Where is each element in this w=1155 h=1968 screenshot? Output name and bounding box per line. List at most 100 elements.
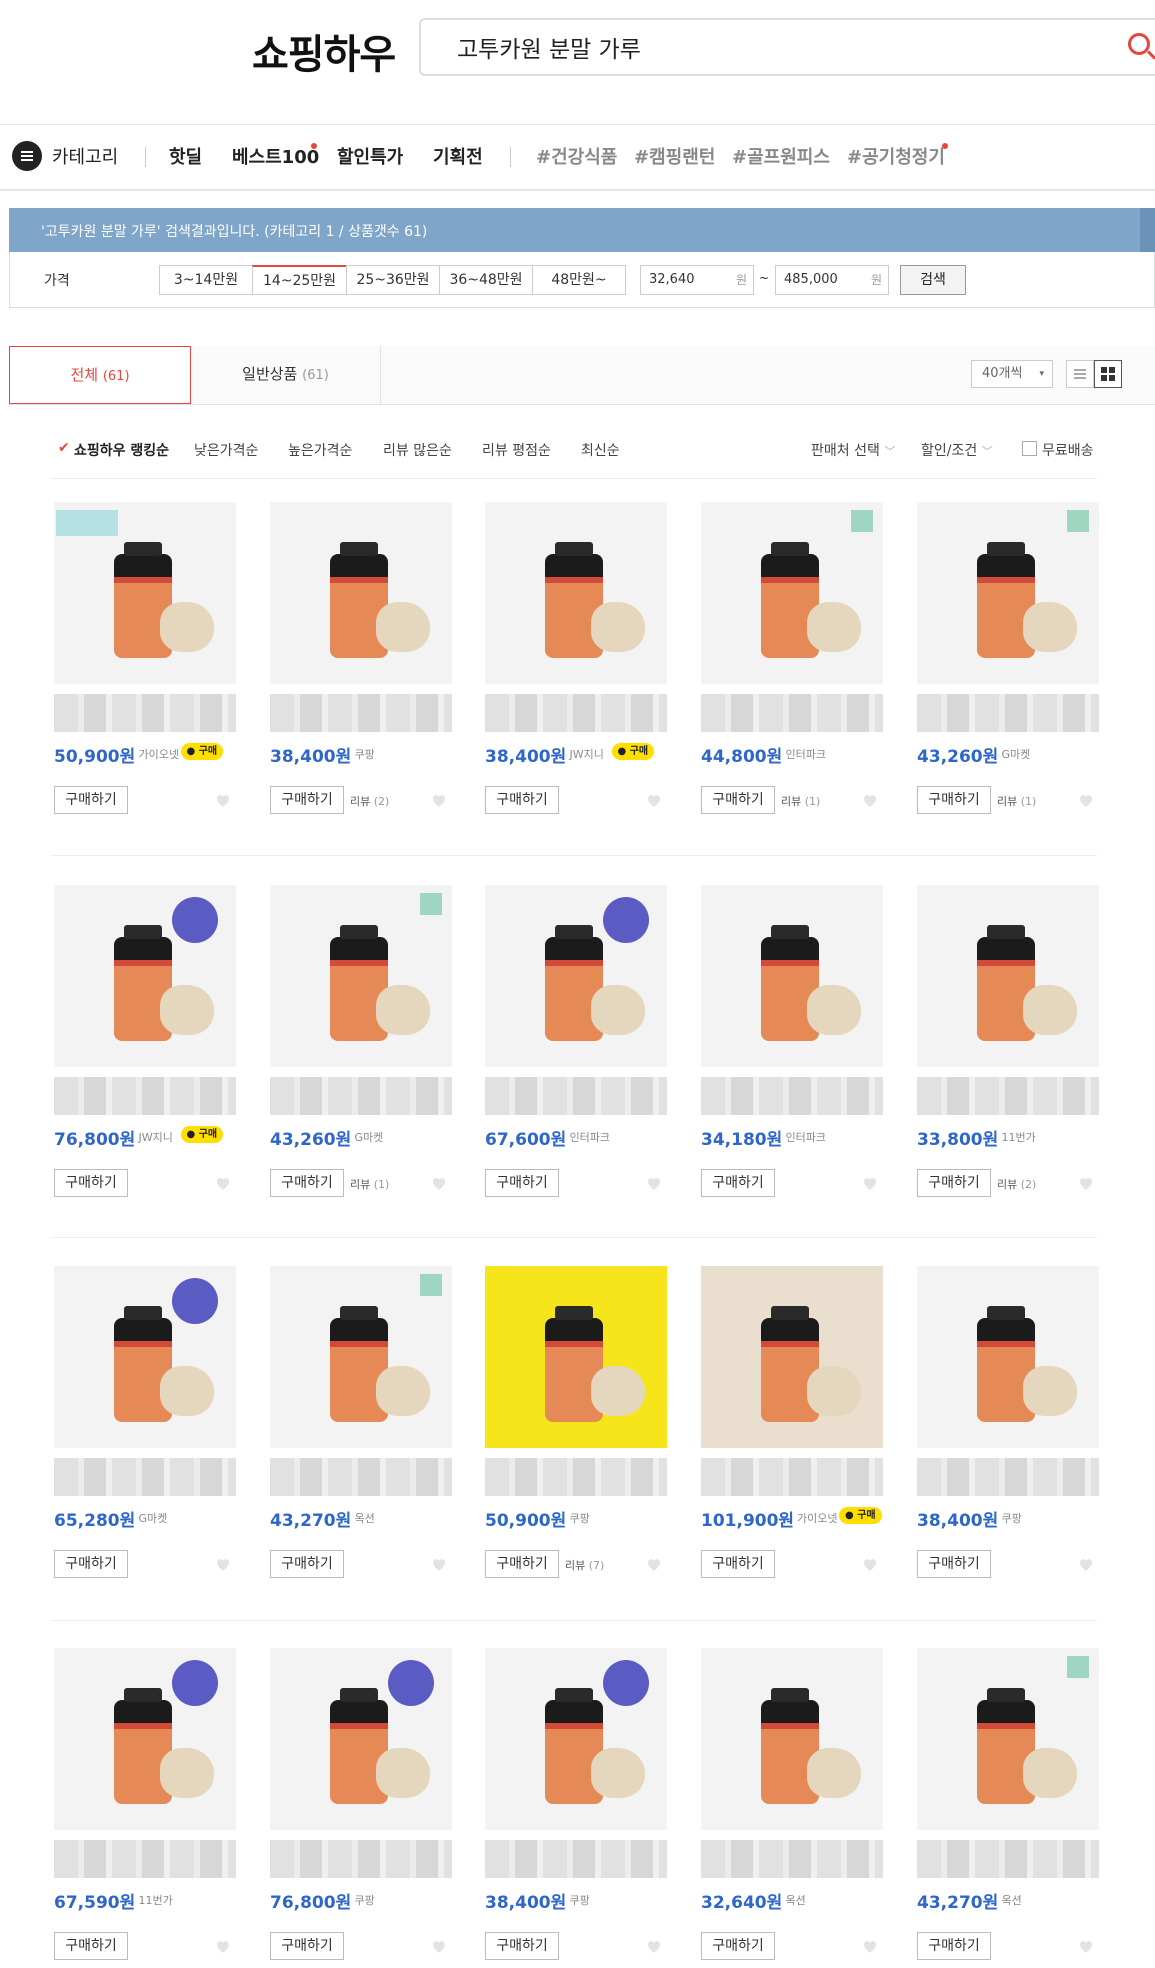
product-title-blurred[interactable] [917, 1458, 1099, 1496]
nav-item-hotdeal[interactable]: 핫딜 [169, 143, 202, 169]
product-title-blurred[interactable] [54, 1840, 236, 1878]
product-card[interactable]: 38,400원 JW지니 ● 구매 구매하기 [485, 502, 671, 822]
product-title-blurred[interactable] [270, 694, 452, 732]
product-price[interactable]: 38,400원 [485, 1888, 566, 1913]
price-range-chip[interactable]: 3~14만원 [159, 265, 253, 295]
product-image[interactable] [270, 885, 452, 1067]
product-card[interactable]: 76,800원 쿠팡 구매하기 [270, 1648, 456, 1968]
product-image[interactable] [485, 502, 667, 684]
product-image[interactable] [917, 502, 1099, 684]
price-range-chip[interactable]: 36~48만원 [439, 265, 533, 295]
product-image[interactable] [54, 1648, 236, 1830]
product-title-blurred[interactable] [485, 1458, 667, 1496]
nav-item-exhibition[interactable]: 기획전 [433, 143, 483, 169]
product-price[interactable]: 38,400원 [485, 742, 566, 767]
product-card[interactable]: 34,180원 인터파크 구매하기 [701, 885, 887, 1205]
product-title-blurred[interactable] [701, 1840, 883, 1878]
tab-all[interactable]: 전체 (61) [9, 346, 191, 404]
heart-icon[interactable] [861, 1174, 879, 1192]
product-title-blurred[interactable] [917, 694, 1099, 732]
talk-buy-badge[interactable]: ● 구매 [180, 743, 224, 760]
product-card[interactable]: 67,600원 인터파크 구매하기 [485, 885, 671, 1205]
nav-tag-golf[interactable]: #골프원피스 [732, 143, 830, 169]
product-card[interactable]: 50,900원 가이오넷 ● 구매 구매하기 [54, 502, 240, 822]
product-title-blurred[interactable] [54, 694, 236, 732]
product-card[interactable]: 101,900원 가이오넷 ● 구매 구매하기 [701, 1266, 887, 1586]
product-image[interactable] [701, 885, 883, 1067]
buy-button[interactable]: 구매하기 [54, 1169, 128, 1197]
search-input[interactable] [455, 33, 1059, 61]
buy-button[interactable]: 구매하기 [485, 1169, 559, 1197]
sort-ranking[interactable]: 쇼핑하우 랭킹순 [74, 440, 169, 460]
menu-icon[interactable] [12, 141, 42, 171]
heart-icon[interactable] [861, 791, 879, 809]
product-card[interactable]: 43,260원 G마켓 구매하기 리뷰 (1) [917, 502, 1103, 822]
buy-button[interactable]: 구매하기 [917, 1169, 991, 1197]
product-image[interactable] [917, 1648, 1099, 1830]
product-price[interactable]: 76,800원 [54, 1125, 135, 1150]
heart-icon[interactable] [1077, 1937, 1095, 1955]
buy-button[interactable]: 구매하기 [485, 1550, 559, 1578]
heart-icon[interactable] [645, 1937, 663, 1955]
product-image[interactable] [54, 885, 236, 1067]
buy-button[interactable]: 구매하기 [54, 786, 128, 814]
heart-icon[interactable] [645, 1174, 663, 1192]
product-price[interactable]: 65,280원 [54, 1506, 135, 1531]
product-price[interactable]: 33,800원 [917, 1125, 998, 1150]
product-price[interactable]: 50,900원 [485, 1506, 566, 1531]
heart-icon[interactable] [645, 791, 663, 809]
nav-tag-health[interactable]: #건강식품 [536, 143, 617, 169]
review-count[interactable]: 리뷰 (1) [781, 793, 820, 809]
product-image[interactable] [270, 1648, 452, 1830]
sort-review-count[interactable]: 리뷰 많은순 [383, 440, 452, 460]
heart-icon[interactable] [430, 1174, 448, 1192]
product-card[interactable]: 65,280원 G마켓 구매하기 [54, 1266, 240, 1586]
product-card[interactable]: 38,400원 쿠팡 구매하기 [917, 1266, 1103, 1586]
buy-button[interactable]: 구매하기 [701, 1550, 775, 1578]
product-card[interactable]: 38,400원 쿠팡 구매하기 리뷰 (2) [270, 502, 456, 822]
product-price[interactable]: 67,600원 [485, 1125, 566, 1150]
review-count[interactable]: 리뷰 (2) [350, 793, 389, 809]
heart-icon[interactable] [430, 1555, 448, 1573]
product-price[interactable]: 76,800원 [270, 1888, 351, 1913]
product-price[interactable]: 67,590원 [54, 1888, 135, 1913]
product-title-blurred[interactable] [270, 1458, 452, 1496]
nav-tag-camping[interactable]: #캠핑랜턴 [634, 143, 715, 169]
product-price[interactable]: 43,270원 [917, 1888, 998, 1913]
sort-low-price[interactable]: 낮은가격순 [194, 440, 258, 460]
product-price[interactable]: 43,270원 [270, 1506, 351, 1531]
talk-buy-badge[interactable]: ● 구매 [180, 1126, 224, 1143]
product-price[interactable]: 38,400원 [270, 742, 351, 767]
product-card[interactable]: 38,400원 쿠팡 구매하기 [485, 1648, 671, 1968]
heart-icon[interactable] [214, 791, 232, 809]
product-title-blurred[interactable] [270, 1840, 452, 1878]
grid-view-icon[interactable] [1094, 360, 1122, 388]
product-title-blurred[interactable] [917, 1077, 1099, 1115]
buy-button[interactable]: 구매하기 [917, 1550, 991, 1578]
product-title-blurred[interactable] [54, 1077, 236, 1115]
product-image[interactable] [270, 502, 452, 684]
talk-buy-badge[interactable]: ● 구매 [839, 1507, 882, 1524]
heart-icon[interactable] [430, 1937, 448, 1955]
heart-icon[interactable] [861, 1937, 879, 1955]
buy-button[interactable]: 구매하기 [270, 1169, 344, 1197]
product-card[interactable]: 43,260원 G마켓 구매하기 리뷰 (1) [270, 885, 456, 1205]
list-view-icon[interactable] [1066, 360, 1094, 388]
buy-button[interactable]: 구매하기 [701, 1932, 775, 1960]
product-title-blurred[interactable] [917, 1840, 1099, 1878]
product-card[interactable]: 32,640원 옥션 구매하기 [701, 1648, 887, 1968]
nav-item-discount[interactable]: 할인특가 [337, 143, 403, 169]
product-image[interactable] [270, 1266, 452, 1448]
buy-button[interactable]: 구매하기 [701, 1169, 775, 1197]
buy-button[interactable]: 구매하기 [917, 1932, 991, 1960]
free-shipping-checkbox[interactable] [1022, 441, 1037, 456]
sort-high-price[interactable]: 높은가격순 [288, 440, 352, 460]
product-card[interactable]: 67,590원 11번가 구매하기 [54, 1648, 240, 1968]
max-price-input[interactable]: 485,000 원 [775, 265, 889, 295]
discount-filter[interactable]: 할인/조건 ﹀ [921, 440, 993, 460]
product-title-blurred[interactable] [485, 1840, 667, 1878]
product-title-blurred[interactable] [54, 1458, 236, 1496]
price-range-chip[interactable]: 14~25만원 [252, 265, 347, 295]
search-box[interactable] [419, 18, 1155, 76]
heart-icon[interactable] [645, 1555, 663, 1573]
